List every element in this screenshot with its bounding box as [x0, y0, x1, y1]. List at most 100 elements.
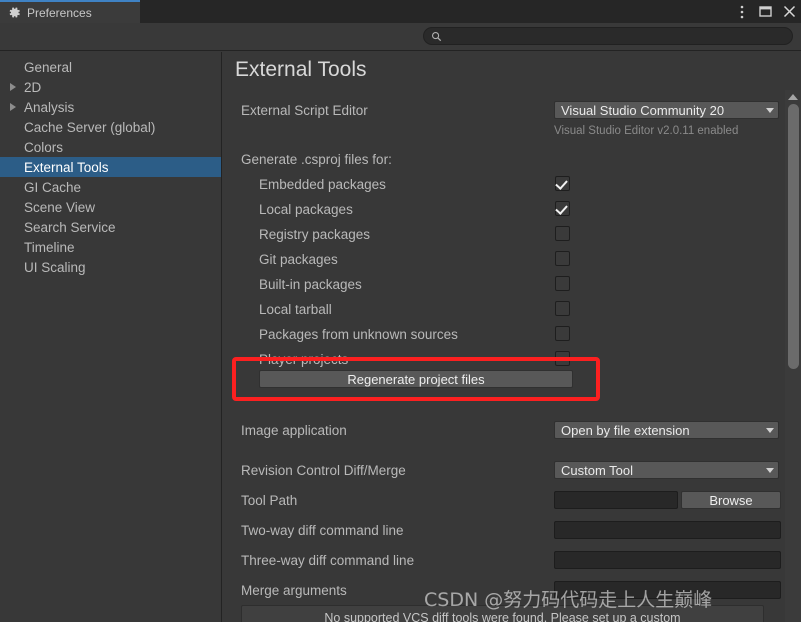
sidebar-item-colors[interactable]: Colors: [0, 137, 221, 157]
three-way-diff-field[interactable]: [554, 551, 781, 569]
player-projects-checkbox[interactable]: [555, 351, 570, 366]
close-icon[interactable]: [782, 4, 797, 19]
registry-packages-label: Registry packages: [259, 227, 371, 242]
search-bar-row: [0, 23, 801, 51]
tool-path-field[interactable]: [554, 491, 678, 509]
sidebar-item-2d[interactable]: 2D: [0, 77, 221, 97]
window-controls: [734, 0, 797, 23]
title-bar: Preferences: [0, 0, 801, 23]
image-application-value: Open by file extension: [561, 422, 690, 438]
sidebar-item-label: GI Cache: [24, 179, 82, 195]
row-local-packages: Local packages: [223, 199, 783, 221]
local-packages-label: Local packages: [259, 202, 353, 217]
chevron-down-icon: [766, 107, 774, 113]
chevron-right-icon[interactable]: [10, 83, 16, 91]
two-way-diff-input[interactable]: [555, 523, 780, 539]
image-application-dropdown[interactable]: Open by file extension: [554, 421, 779, 439]
sidebar-item-general[interactable]: General: [0, 57, 221, 77]
external-script-editor-dropdown[interactable]: Visual Studio Community 20: [554, 101, 779, 119]
sidebar-item-ui-scaling[interactable]: UI Scaling: [0, 257, 221, 277]
two-way-diff-field[interactable]: [554, 521, 781, 539]
row-revision-control: Revision Control Diff/Merge Custom Tool: [223, 460, 783, 482]
revision-control-label: Revision Control Diff/Merge: [241, 463, 406, 478]
row-image-application: Image application Open by file extension: [223, 420, 783, 442]
sidebar-item-analysis[interactable]: Analysis: [0, 97, 221, 117]
more-vertical-icon[interactable]: [734, 4, 749, 19]
tool-path-input[interactable]: [555, 493, 677, 509]
gear-icon: [9, 7, 20, 18]
sidebar-item-label: Search Service: [24, 219, 116, 235]
settings-content: External Script Editor Visual Studio Com…: [223, 92, 783, 622]
scroll-up-arrow-icon[interactable]: [785, 90, 801, 103]
row-csproj-header: Generate .csproj files for:: [223, 149, 783, 171]
unknown-sources-checkbox[interactable]: [555, 326, 570, 341]
tab-label: Preferences: [27, 5, 92, 20]
row-external-script-editor: External Script Editor Visual Studio Com…: [223, 100, 783, 122]
sidebar-item-scene-view[interactable]: Scene View: [0, 197, 221, 217]
revision-control-dropdown[interactable]: Custom Tool: [554, 461, 779, 479]
page-title: External Tools: [235, 58, 367, 81]
search-box[interactable]: [423, 27, 793, 45]
builtin-packages-checkbox[interactable]: [555, 276, 570, 291]
sidebar-item-label: Scene View: [24, 199, 96, 215]
vcs-info-line-1: No supported VCS diff tools were found. …: [324, 611, 681, 622]
vcs-info-box: No supported VCS diff tools were found. …: [241, 605, 764, 622]
search-icon: [432, 31, 442, 41]
csproj-section-label: Generate .csproj files for:: [241, 152, 392, 167]
regenerate-project-files-button[interactable]: Regenerate project files: [259, 370, 573, 388]
git-packages-checkbox[interactable]: [555, 251, 570, 266]
row-script-editor-help: Visual Studio Editor v2.0.11 enabled: [223, 122, 783, 144]
three-way-diff-input[interactable]: [555, 553, 780, 569]
row-local-tarball: Local tarball: [223, 299, 783, 321]
local-tarball-checkbox[interactable]: [555, 301, 570, 316]
row-embedded-packages: Embedded packages: [223, 174, 783, 196]
sidebar-item-cache-server[interactable]: Cache Server (global): [0, 117, 221, 137]
row-tool-path: Tool Path Browse: [223, 490, 783, 512]
row-registry-packages: Registry packages: [223, 224, 783, 246]
sidebar-item-label: Analysis: [24, 99, 75, 115]
two-way-diff-label: Two-way diff command line: [241, 523, 404, 538]
merge-arguments-field[interactable]: [554, 581, 781, 599]
row-regenerate: Regenerate project files: [223, 370, 783, 392]
maximize-icon[interactable]: [758, 4, 773, 19]
image-application-label: Image application: [241, 423, 347, 438]
tab-preferences[interactable]: Preferences: [0, 0, 140, 23]
row-player-projects: Player projects: [223, 349, 783, 371]
sidebar-item-label: External Tools: [24, 159, 109, 175]
search-input[interactable]: [446, 30, 776, 42]
row-builtin-packages: Built-in packages: [223, 274, 783, 296]
scrollbar-thumb[interactable]: [788, 104, 799, 369]
three-way-diff-label: Three-way diff command line: [241, 553, 415, 568]
tool-path-label: Tool Path: [241, 493, 298, 508]
preferences-window: Preferences General 2D Analysis Cache Se…: [0, 0, 801, 622]
merge-arguments-input[interactable]: [555, 583, 780, 599]
sidebar-item-label: Timeline: [24, 239, 75, 255]
local-packages-checkbox[interactable]: [555, 201, 570, 216]
row-three-way-diff: Three-way diff command line: [223, 550, 783, 572]
row-two-way-diff: Two-way diff command line: [223, 520, 783, 542]
chevron-down-icon: [766, 427, 774, 433]
external-script-editor-label: External Script Editor: [241, 103, 368, 118]
chevron-right-icon[interactable]: [10, 103, 16, 111]
sidebar-item-label: UI Scaling: [24, 259, 86, 275]
sidebar-item-search-service[interactable]: Search Service: [0, 217, 221, 237]
row-unknown-sources: Packages from unknown sources: [223, 324, 783, 346]
external-script-editor-value: Visual Studio Community 20: [561, 102, 725, 118]
embedded-packages-label: Embedded packages: [259, 177, 386, 192]
embedded-packages-checkbox[interactable]: [555, 176, 570, 191]
registry-packages-checkbox[interactable]: [555, 226, 570, 241]
sidebar-item-gi-cache[interactable]: GI Cache: [0, 177, 221, 197]
merge-arguments-label: Merge arguments: [241, 583, 347, 598]
builtin-packages-label: Built-in packages: [259, 277, 362, 292]
sidebar-item-external-tools[interactable]: External Tools: [0, 157, 221, 177]
sidebar-item-label: Cache Server (global): [24, 119, 156, 135]
sidebar-item-label: 2D: [24, 79, 42, 95]
sidebar-item-label: General: [24, 59, 73, 75]
git-packages-label: Git packages: [259, 252, 338, 267]
browse-button[interactable]: Browse: [681, 491, 781, 509]
sidebar-item-label: Colors: [24, 139, 64, 155]
sidebar-item-timeline[interactable]: Timeline: [0, 237, 221, 257]
regenerate-project-files-label: Regenerate project files: [347, 371, 485, 387]
external-tools-panel: External Tools External Script Editor Vi…: [223, 52, 801, 622]
main-vertical-scrollbar[interactable]: [785, 90, 801, 622]
